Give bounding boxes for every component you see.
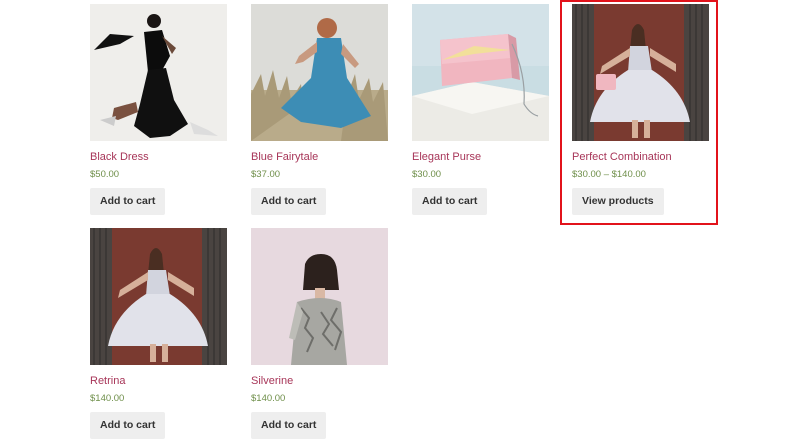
add-to-cart-button[interactable]: Add to cart bbox=[251, 188, 327, 215]
product-name[interactable]: Elegant Purse bbox=[412, 151, 481, 163]
product-name[interactable]: Silverine bbox=[251, 375, 293, 387]
product-price: $50.00 bbox=[90, 169, 120, 180]
product-price: $37.00 bbox=[251, 169, 281, 180]
add-to-cart-button[interactable]: Add to cart bbox=[412, 188, 488, 215]
product-image[interactable] bbox=[412, 4, 549, 141]
product-price: $30.00 bbox=[412, 169, 442, 180]
product-card: Blue Fairytale $37.00 Add to cart bbox=[251, 4, 388, 215]
product-price: $140.00 bbox=[251, 393, 286, 404]
product-card: Black Dress $50.00 Add to cart bbox=[90, 4, 227, 215]
product-name[interactable]: Blue Fairytale bbox=[251, 151, 318, 163]
product-image[interactable] bbox=[251, 228, 388, 365]
product-image[interactable] bbox=[90, 228, 227, 365]
product-price: $30.00 – $140.00 bbox=[572, 169, 646, 180]
product-price: $140.00 bbox=[90, 393, 125, 404]
product-image[interactable] bbox=[572, 4, 709, 141]
product-image[interactable] bbox=[90, 4, 227, 141]
product-grid: Black Dress $50.00 Add to cart Blue Fair… bbox=[0, 0, 800, 444]
product-name[interactable]: Black Dress bbox=[90, 151, 149, 163]
add-to-cart-button[interactable]: Add to cart bbox=[251, 412, 327, 439]
product-card: Silverine $140.00 Add to cart bbox=[251, 228, 388, 439]
add-to-cart-button[interactable]: Add to cart bbox=[90, 412, 166, 439]
product-card: Retrina $140.00 Add to cart bbox=[90, 228, 227, 439]
product-card: Elegant Purse $30.00 Add to cart bbox=[412, 4, 549, 215]
view-products-button[interactable]: View products bbox=[572, 188, 664, 215]
product-name[interactable]: Perfect Combination bbox=[572, 151, 672, 163]
product-name[interactable]: Retrina bbox=[90, 375, 125, 387]
add-to-cart-button[interactable]: Add to cart bbox=[90, 188, 166, 215]
product-image[interactable] bbox=[251, 4, 388, 141]
product-card: Perfect Combination $30.00 – $140.00 Vie… bbox=[572, 4, 709, 215]
